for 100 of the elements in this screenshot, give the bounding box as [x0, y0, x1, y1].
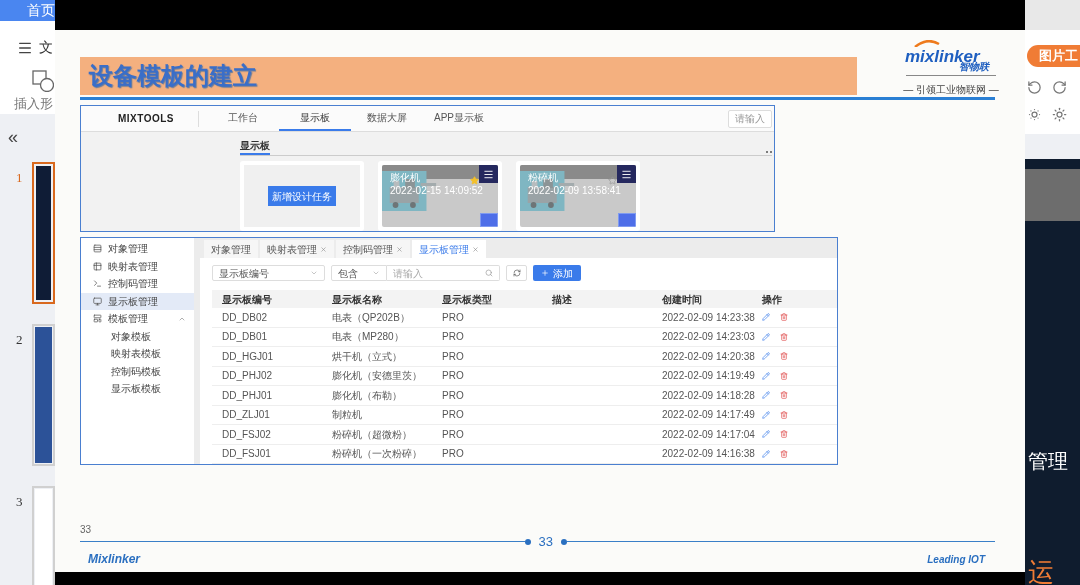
- menu-icon[interactable]: [617, 165, 636, 183]
- table-cell-text: 粉碎机（超微粉）: [331, 427, 413, 442]
- logo-tagline: — 引领工业物联网 —: [903, 83, 999, 97]
- edit-icon[interactable]: [762, 430, 770, 439]
- table-cell-text: DD_FSJ02: [221, 427, 272, 442]
- table-cell-text: DD_DB01: [221, 330, 269, 345]
- monitor-icon: [93, 296, 102, 306]
- new-design-task-button[interactable]: 新增设计任务: [268, 186, 336, 206]
- search-icon[interactable]: [485, 269, 493, 277]
- sidebar-item[interactable]: 显示板管理: [81, 292, 194, 310]
- table-cell-text: 2022-02-09 14:16:38: [661, 447, 756, 462]
- edit-icon[interactable]: [762, 391, 770, 400]
- sidebar-item[interactable]: 控制码管理: [81, 275, 194, 293]
- home-tab[interactable]: 首页: [0, 0, 55, 21]
- card-name: 粉碎机: [528, 173, 558, 183]
- table-cell-text: DD_HGJ01: [221, 349, 275, 364]
- widget-icon[interactable]: [480, 213, 498, 227]
- page-tab[interactable]: 对象管理: [204, 240, 258, 258]
- edit-icon[interactable]: [762, 410, 770, 419]
- chevron-down-icon[interactable]: [372, 269, 380, 277]
- shape-icon[interactable]: [32, 70, 54, 92]
- sidebar-subitem[interactable]: 显示板模板: [81, 380, 194, 398]
- delete-icon[interactable]: [780, 313, 788, 322]
- delete-icon[interactable]: [780, 449, 788, 458]
- menu-label[interactable]: 文: [39, 37, 53, 58]
- table-cell-text: 制粒机: [331, 408, 363, 423]
- table-cell-text: 粉碎机（一次粉碎）: [331, 447, 423, 462]
- table-cell-text: 2022-02-09 14:18:28: [661, 388, 756, 403]
- sidebar-item[interactable]: 对象管理: [81, 240, 194, 258]
- preview-text: 管理: [1028, 451, 1069, 471]
- refresh-button[interactable]: [506, 265, 527, 281]
- edit-icon[interactable]: [762, 313, 770, 322]
- delete-icon[interactable]: [780, 410, 788, 419]
- close-icon[interactable]: [320, 245, 327, 253]
- close-icon[interactable]: [472, 245, 479, 253]
- collapse-button[interactable]: «: [8, 127, 18, 146]
- table-cell-text: 烘干机（立式）: [331, 349, 403, 364]
- menu-icon[interactable]: [479, 165, 498, 183]
- table-cell-text: DD_FSJ01: [221, 447, 272, 462]
- sidebar-subitem[interactable]: 对象模板: [81, 327, 194, 345]
- page-tab[interactable]: 显示板管理: [412, 240, 486, 258]
- delete-icon[interactable]: [780, 352, 788, 361]
- star-icon[interactable]: [608, 176, 617, 185]
- edit-icon[interactable]: [762, 371, 770, 380]
- footer-slogan: Leading IOT: [927, 552, 985, 567]
- swoosh-icon: [913, 40, 941, 47]
- widget-icon[interactable]: [618, 213, 636, 227]
- column-header: 描述: [551, 292, 573, 307]
- panel-background: [1025, 134, 1080, 159]
- page-tab[interactable]: 映射表管理: [260, 240, 334, 258]
- close-icon[interactable]: [396, 245, 403, 253]
- brightness-icon[interactable]: [1052, 106, 1067, 122]
- table-cell-text: DD_DB02: [221, 310, 269, 325]
- star-icon[interactable]: [470, 176, 479, 185]
- sidebar-subitem[interactable]: 映射表模板: [81, 345, 194, 363]
- section-label: 显示板: [240, 140, 270, 155]
- delete-icon[interactable]: [780, 430, 788, 439]
- refresh-icon: [512, 269, 521, 277]
- page-tab[interactable]: 控制码管理: [336, 240, 410, 258]
- table-cell-text: 2022-02-09 14:17:49: [661, 408, 756, 423]
- sidebar-subitem[interactable]: 控制码模板: [81, 362, 194, 380]
- nav-tab[interactable]: APP显示板: [423, 106, 496, 131]
- edit-icon[interactable]: [762, 449, 770, 458]
- table-cell-text: DD_ZLJ01: [221, 408, 271, 423]
- preview-text: 运: [1028, 559, 1055, 585]
- edit-icon[interactable]: [762, 332, 770, 341]
- column-header: 显示板编号: [221, 292, 273, 307]
- add-button[interactable]: 添加: [533, 265, 581, 281]
- nav-tab[interactable]: 工作台: [207, 106, 280, 131]
- column-header: 创建时间: [661, 292, 703, 307]
- table-cell-text: PRO: [441, 330, 465, 345]
- rotate-icon[interactable]: [1027, 79, 1042, 95]
- rotate-icon[interactable]: [1052, 79, 1067, 95]
- edit-icon[interactable]: [762, 352, 770, 361]
- slide-number: 3: [15, 492, 24, 511]
- slide-thumbnail[interactable]: [32, 485, 55, 585]
- table-cell-text: 2022-02-09 14:20:38: [661, 349, 756, 364]
- slide-thumbnail[interactable]: [32, 161, 55, 304]
- slide-thumbnail[interactable]: [32, 323, 55, 466]
- brightness-icon[interactable]: [1027, 106, 1042, 122]
- slide-number: 2: [15, 330, 24, 349]
- table-icon: [93, 261, 102, 271]
- sidebar-item[interactable]: 映射表管理: [81, 257, 194, 275]
- table-cell-text: 2022-02-09 14:23:38: [661, 310, 756, 325]
- table-cell-text: 2022-02-09 14:19:49: [661, 369, 756, 384]
- nav-tab[interactable]: 数据大屏: [351, 106, 424, 131]
- table-cell-text: 2022-02-09 14:23:03: [661, 330, 756, 345]
- column-header: 操作: [762, 292, 782, 307]
- nav-tab[interactable]: 显示板: [279, 106, 352, 131]
- operator-select[interactable]: 包含: [331, 265, 387, 281]
- delete-icon[interactable]: [780, 391, 788, 400]
- sidebar-item[interactable]: 模板管理: [81, 310, 194, 328]
- insert-shape-label[interactable]: 插入形: [14, 94, 55, 114]
- template-icon: [93, 314, 102, 324]
- field-select[interactable]: 显示板编号: [212, 265, 325, 281]
- chevron-down-icon[interactable]: [310, 269, 318, 277]
- table-cell-text: 膨化机（安德里茨）: [331, 369, 423, 384]
- delete-icon[interactable]: [780, 332, 788, 341]
- delete-icon[interactable]: [780, 371, 788, 380]
- plus-icon: [541, 269, 549, 277]
